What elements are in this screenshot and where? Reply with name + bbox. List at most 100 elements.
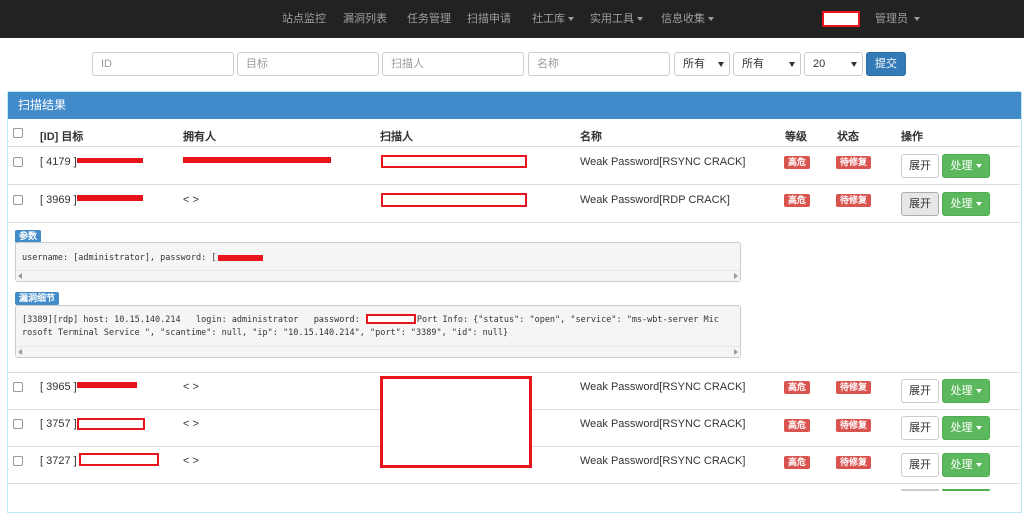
page-size-select[interactable]: 20 [804, 52, 863, 76]
row-checkbox[interactable] [13, 456, 23, 466]
handle-label: 处理 [950, 422, 973, 434]
level-badge: 高危 [784, 194, 811, 207]
divider [8, 146, 1020, 147]
expand-button[interactable]: 展开 [901, 453, 939, 477]
nav-task-manage[interactable]: 任务管理 [407, 0, 451, 38]
col-scanner: 扫描人 [380, 131, 413, 143]
nav-tools[interactable]: 实用工具 [590, 0, 643, 38]
redacted-password [366, 314, 416, 324]
caret-down-icon [568, 17, 574, 22]
handle-button[interactable]: 处理 [942, 154, 990, 178]
redacted-target [79, 453, 159, 466]
caret-down-icon [708, 17, 714, 22]
caret-down-icon [637, 17, 643, 22]
status-badge: 待修复 [836, 456, 872, 469]
panel-title: 扫描结果 [8, 92, 1021, 119]
id-input[interactable]: ID [92, 52, 234, 76]
name-input[interactable]: 名称 [528, 52, 670, 76]
handle-button[interactable]: 处理 [942, 379, 990, 403]
redacted-target [77, 195, 143, 201]
divider [8, 372, 1020, 373]
nav-user-label: 管理员 [875, 13, 908, 25]
params-box: username: [administrator], password: [ [15, 242, 741, 282]
status-badge: 待修复 [836, 381, 872, 394]
redacted-scanner-block [380, 376, 532, 468]
nav-site-monitor[interactable]: 站点监控 [282, 0, 326, 38]
vuln-text-part2: Port Info: {"status": "open", "service":… [411, 315, 719, 325]
nav-scan-request[interactable]: 扫描申请 [467, 0, 511, 38]
row-checkbox[interactable] [13, 382, 23, 392]
dropdown-arrow-icon [789, 62, 795, 67]
row-id: [ 3965 ] [40, 381, 77, 393]
caret-down-icon [975, 164, 982, 169]
vuln-text-part1: [3389][rdp] host: 10.15.140.214 login: a… [22, 315, 360, 325]
col-level: 等级 [785, 131, 807, 143]
status-select-value: 所有 [742, 58, 764, 70]
redacted-target [77, 418, 145, 430]
handle-button[interactable]: 处理 [942, 192, 990, 216]
row-checkbox[interactable] [13, 157, 23, 167]
row-checkbox[interactable] [13, 419, 23, 429]
target-input[interactable]: 目标 [237, 52, 379, 76]
select-all-checkbox[interactable] [13, 128, 23, 138]
nav-user-menu[interactable]: 管理员 [875, 0, 920, 38]
redacted-target [77, 158, 143, 163]
scroll-right-icon[interactable] [734, 349, 738, 355]
expand-button[interactable]: 展开 [901, 416, 939, 440]
expand-button[interactable]: 展开 [901, 379, 939, 403]
caret-down-icon [975, 389, 982, 394]
row-name: Weak Password[RDP CRACK] [580, 194, 730, 206]
col-status: 状态 [837, 131, 859, 143]
level-select-value: 所有 [683, 58, 705, 70]
nav-social-db[interactable]: 社工库 [532, 0, 574, 38]
vuln-detail-label: 漏洞细节 [15, 292, 60, 305]
row-name: Weak Password[RSYNC CRACK] [580, 156, 746, 168]
status-badge: 待修复 [836, 156, 872, 169]
redacted-password [218, 255, 263, 261]
expand-button[interactable]: 展开 [901, 192, 939, 216]
nav-info-gather[interactable]: 信息收集 [661, 0, 714, 38]
col-owner: 拥有人 [183, 131, 216, 143]
nav-info-gather-label: 信息收集 [661, 13, 705, 25]
row-checkbox[interactable] [13, 195, 23, 205]
row-id: [ 3727 ] [40, 455, 77, 467]
level-select[interactable]: 所有 [674, 52, 730, 76]
caret-down-icon [914, 17, 920, 22]
row-name: Weak Password[RSYNC CRACK] [580, 381, 746, 393]
status-select[interactable]: 所有 [733, 52, 801, 76]
row-owner: < > [183, 194, 199, 206]
top-navbar: 站点监控 漏洞列表 任务管理 扫描申请 社工库 实用工具 信息收集 管理员 [0, 0, 1024, 38]
caret-down-icon [975, 202, 982, 207]
vuln-detail-box: [3389][rdp] host: 10.15.140.214 login: a… [15, 305, 741, 358]
handle-button[interactable]: 处理 [942, 416, 990, 440]
row-id: [ 3757 ] [40, 418, 77, 430]
nav-vuln-list[interactable]: 漏洞列表 [343, 0, 387, 38]
handle-label: 处理 [950, 160, 973, 172]
status-badge: 待修复 [836, 419, 872, 432]
horizontal-scrollbar[interactable] [16, 270, 740, 281]
redacted-box [822, 11, 860, 27]
horizontal-scrollbar[interactable] [16, 346, 740, 357]
row-name: Weak Password[RSYNC CRACK] [580, 455, 746, 467]
divider [8, 483, 1020, 484]
level-badge: 高危 [784, 381, 811, 394]
dropdown-arrow-icon [718, 62, 724, 67]
col-action: 操作 [901, 131, 923, 143]
handle-label: 处理 [950, 198, 973, 210]
level-badge: 高危 [784, 419, 811, 432]
scroll-left-icon[interactable] [18, 349, 22, 355]
expand-button[interactable]: 展开 [901, 154, 939, 178]
row-name: Weak Password[RSYNC CRACK] [580, 418, 746, 430]
handle-button[interactable]: 处理 [942, 453, 990, 477]
col-target: [ID] 目标 [40, 131, 84, 143]
scanner-input[interactable]: 扫描人 [382, 52, 524, 76]
page-size-value: 20 [813, 58, 826, 70]
handle-label: 处理 [950, 459, 973, 471]
submit-button[interactable]: 提交 [866, 52, 906, 76]
divider [8, 184, 1020, 185]
scroll-right-icon[interactable] [734, 273, 738, 279]
nav-social-db-label: 社工库 [532, 13, 565, 25]
params-text: username: [administrator], password: [ [22, 253, 217, 263]
dropdown-arrow-icon [851, 62, 857, 67]
scroll-left-icon[interactable] [18, 273, 22, 279]
